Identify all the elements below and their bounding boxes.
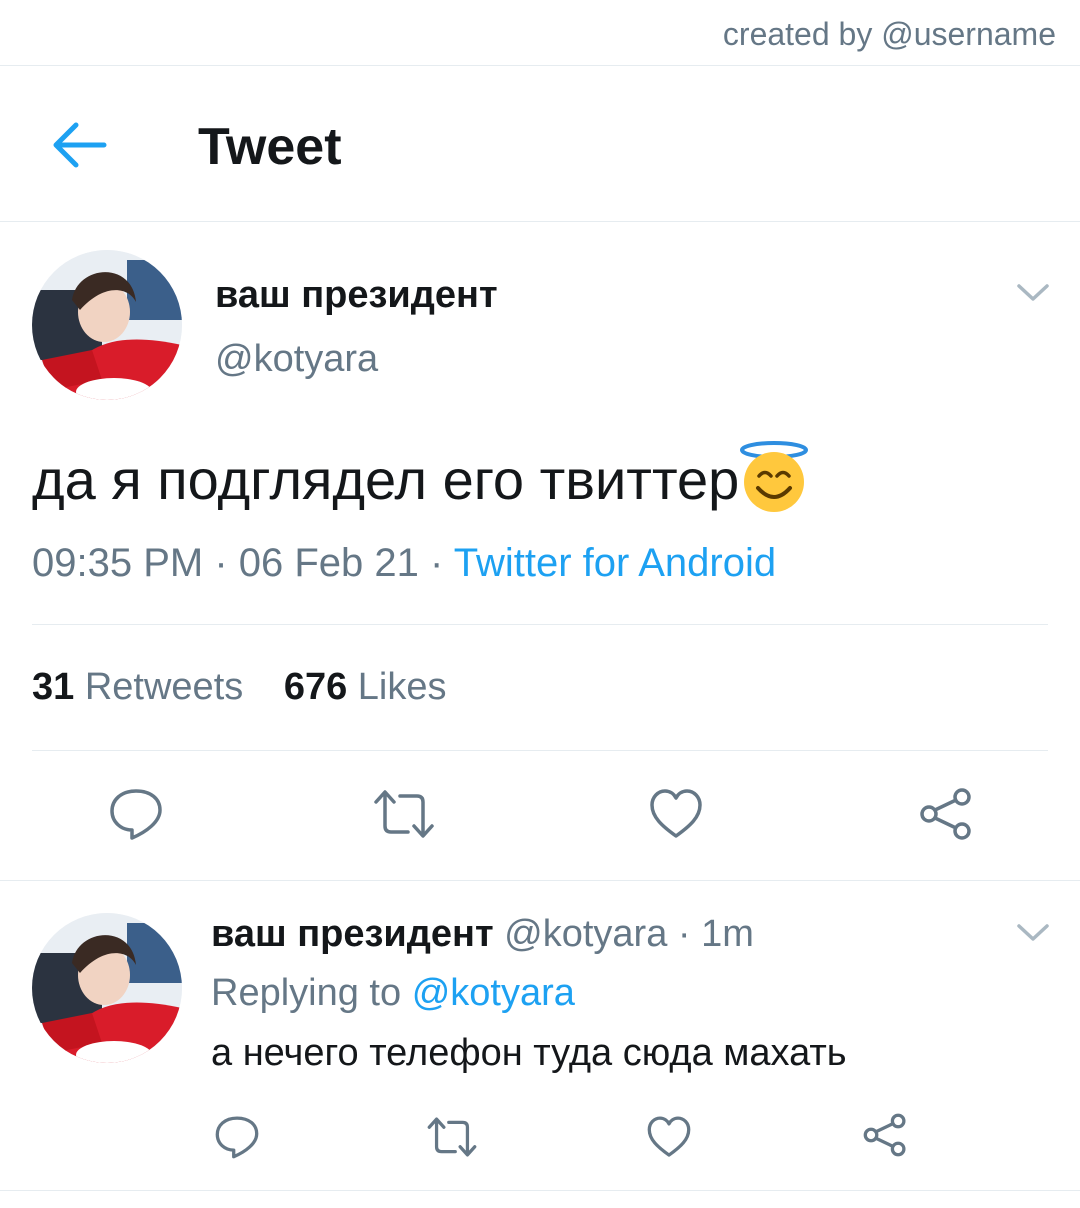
retweets-label: Retweets [84,666,244,708]
meta-separator: · [418,541,454,585]
likes-count: 676 [283,666,348,708]
likes-stat[interactable]: 676 Likes [284,666,447,708]
reply-icon [215,1116,259,1159]
avatar[interactable] [32,250,182,400]
reply-button[interactable] [108,786,164,842]
user-handle[interactable]: @kotyara [215,338,378,381]
divider [0,880,1080,881]
profile-photo [32,250,182,400]
share-button[interactable] [918,786,974,842]
header-bar: Tweet [0,67,1080,222]
tweet-meta: 09:35 PM · 06 Feb 21 · Twitter for Andro… [32,541,776,586]
retweets-count: 31 [32,666,75,708]
replying-mention[interactable]: @kotyara [412,972,575,1014]
reply-avatar[interactable] [32,913,182,1063]
reply-header: ваш президент @kotyara · 1m [211,913,754,956]
display-name[interactable]: ваш президент [215,274,498,317]
replying-label: Replying to [211,972,402,1014]
tweet-source-link[interactable]: Twitter for Android [454,541,776,585]
retweets-stat[interactable]: 31 Retweets [32,666,243,708]
page-title: Tweet [198,118,342,176]
reply-handle[interactable]: @kotyara [504,913,667,955]
reply-text: а нечего телефон туда сюда махать [211,1032,847,1074]
replying-to: Replying to @kotyara [211,972,575,1015]
tweet-menu-button[interactable] [1016,282,1050,304]
retweet-button[interactable] [372,786,436,842]
tweet-text-content: да я подглядел его твиттер [32,448,740,511]
chevron-down-icon [1017,924,1049,941]
back-button[interactable] [48,117,108,173]
arrow-left-icon [53,122,107,168]
credit-text: created by @username [722,16,1056,52]
tweet-time: 09:35 PM [32,541,204,585]
chevron-down-icon [1017,284,1049,301]
retweet-icon [427,1117,477,1157]
reply-time: 1m [701,913,754,955]
like-icon [650,789,702,838]
tweet-text: да я подглядел его твиттер [32,441,809,514]
divider [0,1190,1080,1191]
tweet-stats: 31 Retweets 676 Likes [32,666,477,709]
like-icon [647,1116,691,1157]
tweet-date: 06 Feb 21 [238,541,419,585]
meta-separator: · [203,541,239,585]
smiling-face-with-halo-icon [739,440,809,514]
divider [32,624,1048,625]
retweet-icon [374,790,434,838]
share-icon [863,1113,906,1157]
share-icon [920,788,971,840]
like-button[interactable] [648,786,704,842]
credit-bar: created by @username [0,0,1080,66]
reply-icon [110,789,162,840]
reply-menu-button[interactable] [1016,922,1050,944]
meta-separator: · [667,913,702,955]
divider [32,750,1048,751]
reply-share-button[interactable] [862,1112,908,1158]
reply-reply-button[interactable] [214,1114,260,1160]
reply-retweet-button[interactable] [426,1114,478,1160]
reply-display-name[interactable]: ваш президент [211,913,494,955]
reply-like-button[interactable] [646,1114,692,1160]
profile-photo [32,913,182,1063]
likes-label: Likes [357,666,447,708]
